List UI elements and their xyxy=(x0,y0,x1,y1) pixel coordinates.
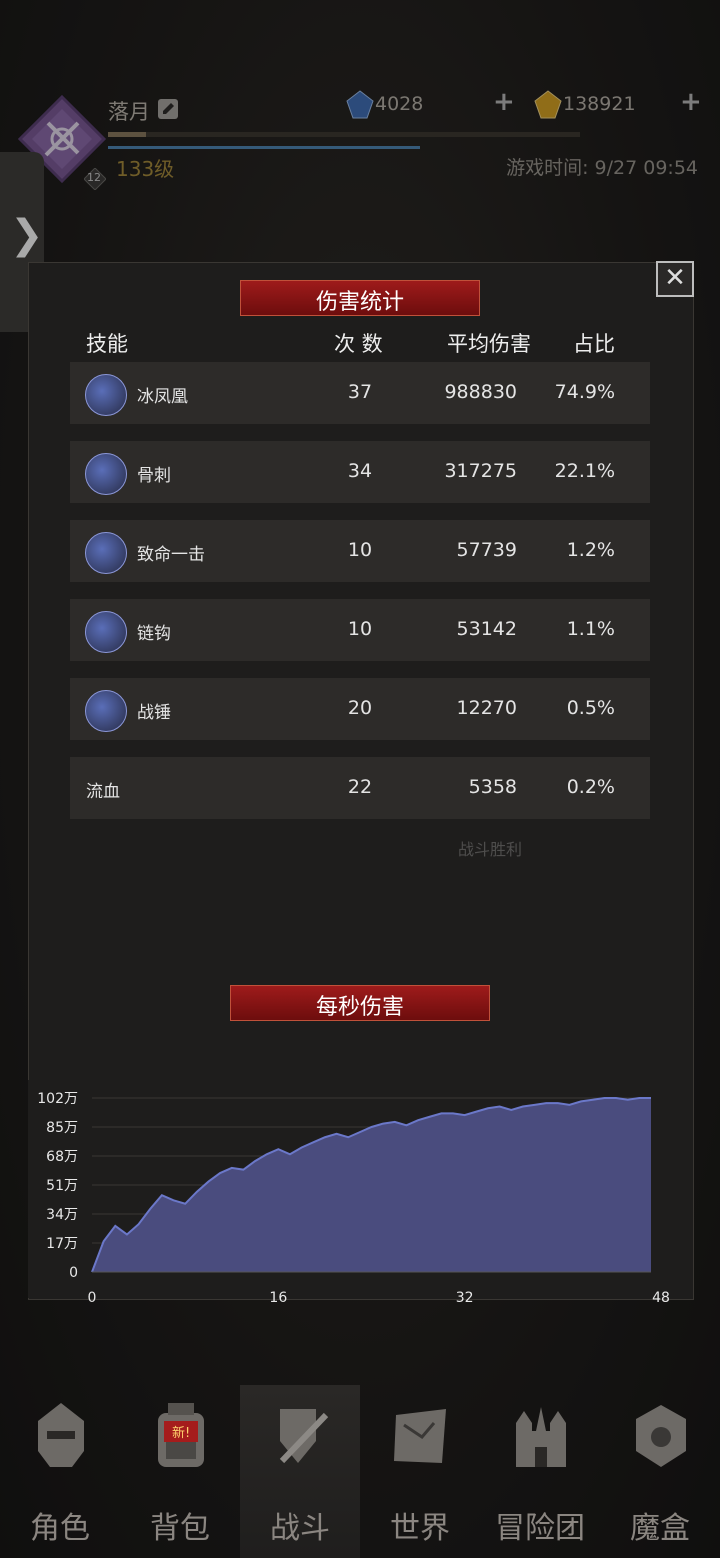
skill-avg-damage: 53142 xyxy=(456,618,517,640)
modal-title: 伤害统计 xyxy=(315,290,404,315)
castle-icon xyxy=(516,1407,566,1467)
y-tick-label: 17万 xyxy=(46,1236,78,1252)
skill-count: 20 xyxy=(347,697,373,719)
nav-label: 世界 xyxy=(390,1511,450,1546)
skill-avg-damage: 988830 xyxy=(444,381,517,403)
nav-adventure-team[interactable]: 冒险团 xyxy=(480,1385,600,1558)
nav-backpack[interactable]: 新! 背包 xyxy=(120,1385,240,1558)
y-tick-label: 102万 xyxy=(37,1091,78,1107)
skill-percent: 1.2% xyxy=(566,539,615,561)
table-row: 致命一击 10 57739 1.2% xyxy=(70,520,650,582)
col-count: 次 数 xyxy=(334,332,383,356)
skill-count: 10 xyxy=(347,539,373,561)
col-skill: 技能 xyxy=(86,332,128,356)
skill-name: 链钩 xyxy=(137,624,171,644)
x-tick-label: 0 xyxy=(88,1290,97,1306)
helmet-icon xyxy=(38,1403,84,1467)
y-tick-label: 0 xyxy=(69,1265,78,1281)
nav-label: 战斗 xyxy=(270,1511,330,1546)
skill-name: 战锤 xyxy=(137,703,171,723)
close-button[interactable]: ✕ xyxy=(656,261,694,297)
chain-hook-icon xyxy=(85,611,127,653)
bone-spike-icon xyxy=(85,453,127,495)
skill-percent: 22.1% xyxy=(554,460,615,482)
skill-count: 22 xyxy=(347,776,373,798)
nav-world[interactable]: 世界 xyxy=(360,1385,480,1558)
nav-label: 冒险团 xyxy=(495,1511,585,1546)
col-percent: 占比 xyxy=(573,332,615,356)
skill-avg-damage: 317275 xyxy=(444,460,517,482)
nav-label: 角色 xyxy=(30,1511,90,1546)
skill-name: 致命一击 xyxy=(137,545,205,565)
table-row: 链钩 10 53142 1.1% xyxy=(70,599,650,661)
y-tick-label: 68万 xyxy=(46,1149,78,1165)
damage-stats-title-banner: 伤害统计 xyxy=(220,280,500,316)
ice-phoenix-icon xyxy=(85,374,127,416)
nav-label: 魔盒 xyxy=(630,1511,690,1546)
table-row: 战锤 20 12270 0.5% xyxy=(70,678,650,740)
table-row: 骨刺 34 317275 22.1% xyxy=(70,441,650,503)
skill-count: 34 xyxy=(347,460,373,482)
war-hammer-icon xyxy=(85,690,127,732)
skill-percent: 74.9% xyxy=(554,381,615,403)
y-tick-label: 85万 xyxy=(46,1120,78,1136)
nav-battle[interactable]: 战斗 xyxy=(240,1385,360,1558)
battle-result-text: 战斗胜利 xyxy=(458,840,523,859)
skill-avg-damage: 57739 xyxy=(456,539,517,561)
nav-character[interactable]: 角色 xyxy=(0,1385,120,1558)
skill-percent: 1.1% xyxy=(566,618,615,640)
skill-name: 冰凤凰 xyxy=(137,387,188,407)
x-tick-label: 16 xyxy=(269,1290,287,1306)
skill-percent: 0.2% xyxy=(566,776,615,798)
skill-name: 流血 xyxy=(86,782,120,802)
dps-chart: 0 17万 34万 51万 68万 85万 102万 0 16 32 48 xyxy=(28,1080,692,1306)
y-tick-label: 51万 xyxy=(46,1178,78,1194)
y-tick-label: 34万 xyxy=(46,1207,78,1223)
cube-icon xyxy=(636,1405,686,1467)
skill-avg-damage: 12270 xyxy=(456,697,517,719)
skill-avg-damage: 5358 xyxy=(468,776,517,798)
bottom-nav: 角色 新! 背包 战斗 世界 冒险团 魔盒 xyxy=(0,1385,720,1558)
sword-shield-icon xyxy=(279,1409,329,1464)
skill-name: 骨刺 xyxy=(137,466,171,486)
table-row: 流血 22 5358 0.2% xyxy=(70,757,650,819)
dps-title-banner: 每秒伤害 xyxy=(210,985,510,1021)
critical-strike-icon xyxy=(85,532,127,574)
dps-title: 每秒伤害 xyxy=(315,995,404,1020)
x-tick-label: 48 xyxy=(652,1290,670,1306)
nav-magic-box[interactable]: 魔盒 xyxy=(600,1385,720,1558)
col-avg-damage: 平均伤害 xyxy=(447,332,531,356)
x-tick-label: 32 xyxy=(456,1290,474,1306)
skill-count: 10 xyxy=(347,618,373,640)
skill-percent: 0.5% xyxy=(566,697,615,719)
skill-count: 37 xyxy=(347,381,373,403)
map-scroll-icon xyxy=(394,1409,446,1463)
new-badge: 新! xyxy=(164,1421,199,1442)
nav-label: 背包 xyxy=(150,1511,210,1546)
table-row: 冰凤凰 37 988830 74.9% xyxy=(70,362,650,424)
